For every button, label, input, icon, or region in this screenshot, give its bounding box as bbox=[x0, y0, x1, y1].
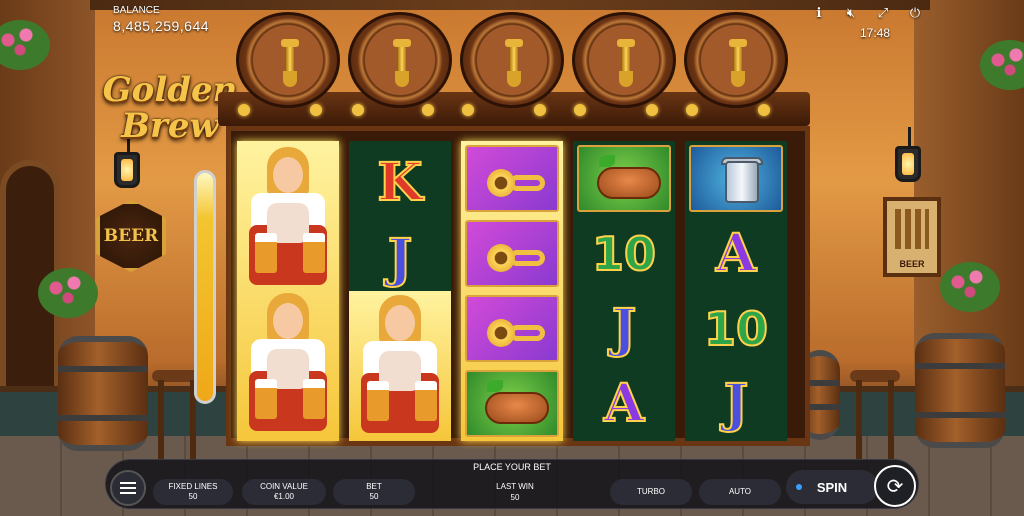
reel-frame: K J 10 J A A 10 J bbox=[226, 126, 810, 446]
last-win-display: LAST WIN 50 bbox=[496, 482, 534, 502]
horn-icon bbox=[487, 240, 545, 274]
coin-value-selector[interactable]: COIN VALUE €1.00 bbox=[242, 479, 326, 505]
symbol-j: J bbox=[611, 297, 638, 360]
right-lantern-icon bbox=[895, 127, 921, 182]
clock: 17:48 bbox=[860, 26, 891, 40]
info-icon[interactable]: ℹ bbox=[810, 4, 828, 22]
beer-poster: BEER bbox=[883, 197, 941, 277]
sausage-symbol bbox=[573, 141, 675, 216]
barmaid-symbol bbox=[245, 147, 331, 287]
turbo-button[interactable]: TURBO bbox=[610, 479, 692, 505]
barrel-2-icon bbox=[348, 12, 452, 108]
left-barrel-decoration bbox=[58, 336, 148, 451]
left-lantern-icon bbox=[114, 133, 140, 188]
auto-button[interactable]: AUTO bbox=[699, 479, 781, 505]
reel-2: K J bbox=[349, 141, 451, 441]
sausage-symbol bbox=[461, 366, 563, 441]
barrel-4-icon bbox=[572, 12, 676, 108]
horn-symbol bbox=[461, 291, 563, 366]
balance-label: BALANCE bbox=[113, 5, 160, 16]
balance-value: 8,485,259,644 bbox=[113, 18, 210, 34]
reel-4: 10 J A bbox=[573, 141, 675, 441]
fullscreen-icon[interactable]: ⤢ bbox=[874, 4, 892, 22]
right-barrel-decoration bbox=[915, 333, 1005, 448]
barmaid-symbol bbox=[245, 293, 331, 433]
horn-symbol bbox=[461, 141, 563, 216]
place-your-bet-message: PLACE YOUR BET bbox=[473, 462, 551, 472]
symbol-j: J bbox=[387, 227, 414, 290]
spin-button[interactable]: SPIN bbox=[786, 470, 878, 504]
symbol-a: A bbox=[603, 372, 645, 435]
beer-meter bbox=[194, 170, 216, 404]
symbol-j: J bbox=[723, 372, 750, 435]
menu-button[interactable] bbox=[110, 470, 146, 506]
reel-3 bbox=[461, 141, 563, 441]
barmaid-symbol bbox=[357, 295, 443, 435]
right-stool bbox=[850, 370, 900, 460]
stein-icon bbox=[725, 161, 759, 203]
hamburger-icon bbox=[120, 482, 136, 494]
sound-muted-icon[interactable]: 🔇︎ bbox=[842, 4, 860, 22]
beer-sign: BEER bbox=[96, 200, 166, 272]
barrel-1-icon bbox=[236, 12, 340, 108]
power-icon[interactable]: ⏻ bbox=[906, 4, 924, 22]
horn-symbol bbox=[461, 216, 563, 291]
horn-icon bbox=[487, 315, 545, 349]
sausage-icon bbox=[485, 392, 549, 424]
barrel-3-icon bbox=[460, 12, 564, 108]
fixed-lines-display: FIXED LINES 50 bbox=[153, 479, 233, 505]
symbol-10: 10 bbox=[703, 301, 769, 357]
reel-5: A 10 J bbox=[685, 141, 787, 441]
barmaid-highlight bbox=[349, 291, 451, 441]
bet-selector[interactable]: BET 50 bbox=[333, 479, 415, 505]
sausage-icon bbox=[597, 167, 661, 199]
spin-refresh-icon[interactable]: ⟳ bbox=[874, 465, 916, 507]
barrel-5-icon bbox=[684, 12, 788, 108]
ceiling-beam bbox=[90, 0, 930, 10]
top-toolbar: ℹ 🔇︎ ⤢ ⏻ bbox=[810, 4, 924, 22]
right-flowers-icon bbox=[940, 262, 1000, 312]
spin-indicator-icon bbox=[796, 484, 802, 490]
symbol-k: K bbox=[376, 151, 423, 214]
reel-1 bbox=[237, 141, 339, 441]
horn-icon bbox=[487, 165, 545, 199]
stein-symbol bbox=[685, 141, 787, 216]
symbol-10: 10 bbox=[591, 226, 657, 282]
symbol-a: A bbox=[715, 222, 757, 285]
left-flowers-icon bbox=[38, 268, 98, 318]
